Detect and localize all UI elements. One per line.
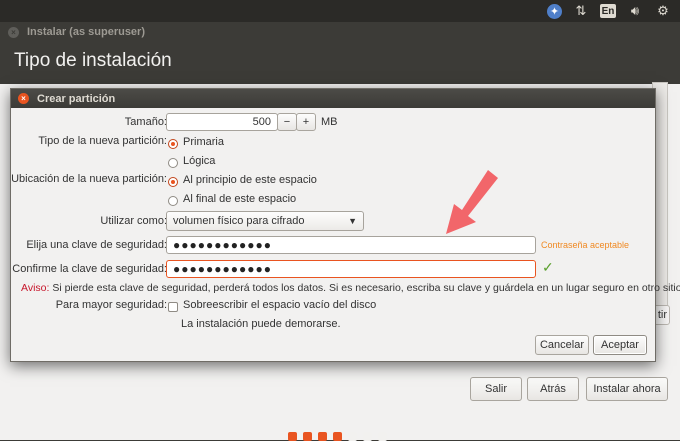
logical-radio[interactable] bbox=[168, 158, 178, 168]
use-as-dropdown[interactable]: volumen físico para cifrado ▼ bbox=[166, 211, 364, 231]
settings-gear-icon[interactable]: ⚙ bbox=[654, 2, 672, 20]
confirm-key-label: Confirme la clave de seguridad: bbox=[12, 263, 167, 275]
warning-prefix: Aviso: bbox=[21, 282, 50, 294]
network-icon[interactable]: ⇅ bbox=[572, 2, 590, 20]
size-label: Tamaño: bbox=[124, 116, 167, 128]
checkmark-icon: ✓ bbox=[542, 259, 554, 275]
install-now-button[interactable]: Instalar ahora bbox=[586, 377, 668, 401]
confirm-key-input[interactable]: ●●●●●●●●●●●● bbox=[166, 260, 536, 278]
location-end-radio[interactable] bbox=[168, 196, 178, 206]
installer-title: Instalar (as superuser) bbox=[27, 26, 145, 38]
volume-icon[interactable]: 🔊︎ bbox=[626, 2, 644, 20]
keyboard-language-indicator[interactable]: En bbox=[600, 4, 616, 18]
security-key-input[interactable]: ●●●●●●●●●●●● bbox=[166, 236, 536, 254]
location-end-label[interactable]: Al final de este espacio bbox=[183, 193, 296, 205]
accessibility-icon[interactable]: ✦ bbox=[547, 3, 562, 19]
close-icon[interactable]: × bbox=[18, 93, 29, 104]
dialog-titlebar: × Crear partición bbox=[11, 89, 655, 108]
chevron-down-icon: ▼ bbox=[348, 216, 357, 226]
dialog-title: Crear partición bbox=[37, 92, 116, 105]
size-input[interactable]: 500 bbox=[166, 113, 278, 131]
installer-titlebar: × Instalar (as superuser) bbox=[8, 22, 145, 42]
size-increment-button[interactable]: + bbox=[296, 113, 316, 131]
back-button[interactable]: Atrás bbox=[527, 377, 579, 401]
partition-type-label: Tipo de la nueva partición: bbox=[38, 135, 167, 147]
location-beginning-label[interactable]: Al principio de este espacio bbox=[183, 174, 317, 186]
location-beginning-radio[interactable] bbox=[168, 177, 178, 187]
primary-radio-label[interactable]: Primaria bbox=[183, 136, 224, 148]
top-panel: ✦ ⇅ En 🔊︎ ⚙ bbox=[0, 0, 680, 22]
warning-text: Si pierde esta clave de seguridad, perde… bbox=[49, 282, 680, 294]
close-icon[interactable]: × bbox=[8, 26, 19, 38]
overwrite-empty-space-checkbox[interactable] bbox=[168, 302, 178, 312]
size-decrement-button[interactable]: − bbox=[277, 113, 297, 131]
primary-radio[interactable] bbox=[168, 139, 178, 149]
overwrite-empty-space-label[interactable]: Sobreescribir el espacio vacío del disco bbox=[183, 299, 376, 311]
create-partition-dialog: × Crear partición Tamaño: 500 − + MB Tip… bbox=[10, 88, 680, 362]
install-slower-note: La instalación puede demorarse. bbox=[181, 318, 341, 330]
extra-security-label: Para mayor seguridad: bbox=[55, 299, 167, 311]
password-strength-hint: Contraseña aceptable bbox=[541, 240, 630, 250]
security-key-label: Elija una clave de seguridad: bbox=[26, 239, 167, 251]
cancel-button[interactable]: Cancelar bbox=[535, 335, 589, 355]
partition-location-label: Ubicación de la nueva partición: bbox=[11, 173, 167, 185]
logical-radio-label[interactable]: Lógica bbox=[183, 155, 215, 167]
warning-message: Aviso: Si pierde esta clave de seguridad… bbox=[21, 282, 680, 294]
use-as-value: volumen físico para cifrado bbox=[173, 215, 305, 227]
size-unit: MB bbox=[321, 116, 338, 128]
use-as-label: Utilizar como: bbox=[100, 215, 167, 227]
page-title: Tipo de instalación bbox=[14, 50, 172, 71]
annotation-arrow-icon bbox=[446, 170, 498, 234]
quit-button[interactable]: Salir bbox=[470, 377, 522, 401]
accept-button[interactable]: Aceptar bbox=[593, 335, 647, 355]
